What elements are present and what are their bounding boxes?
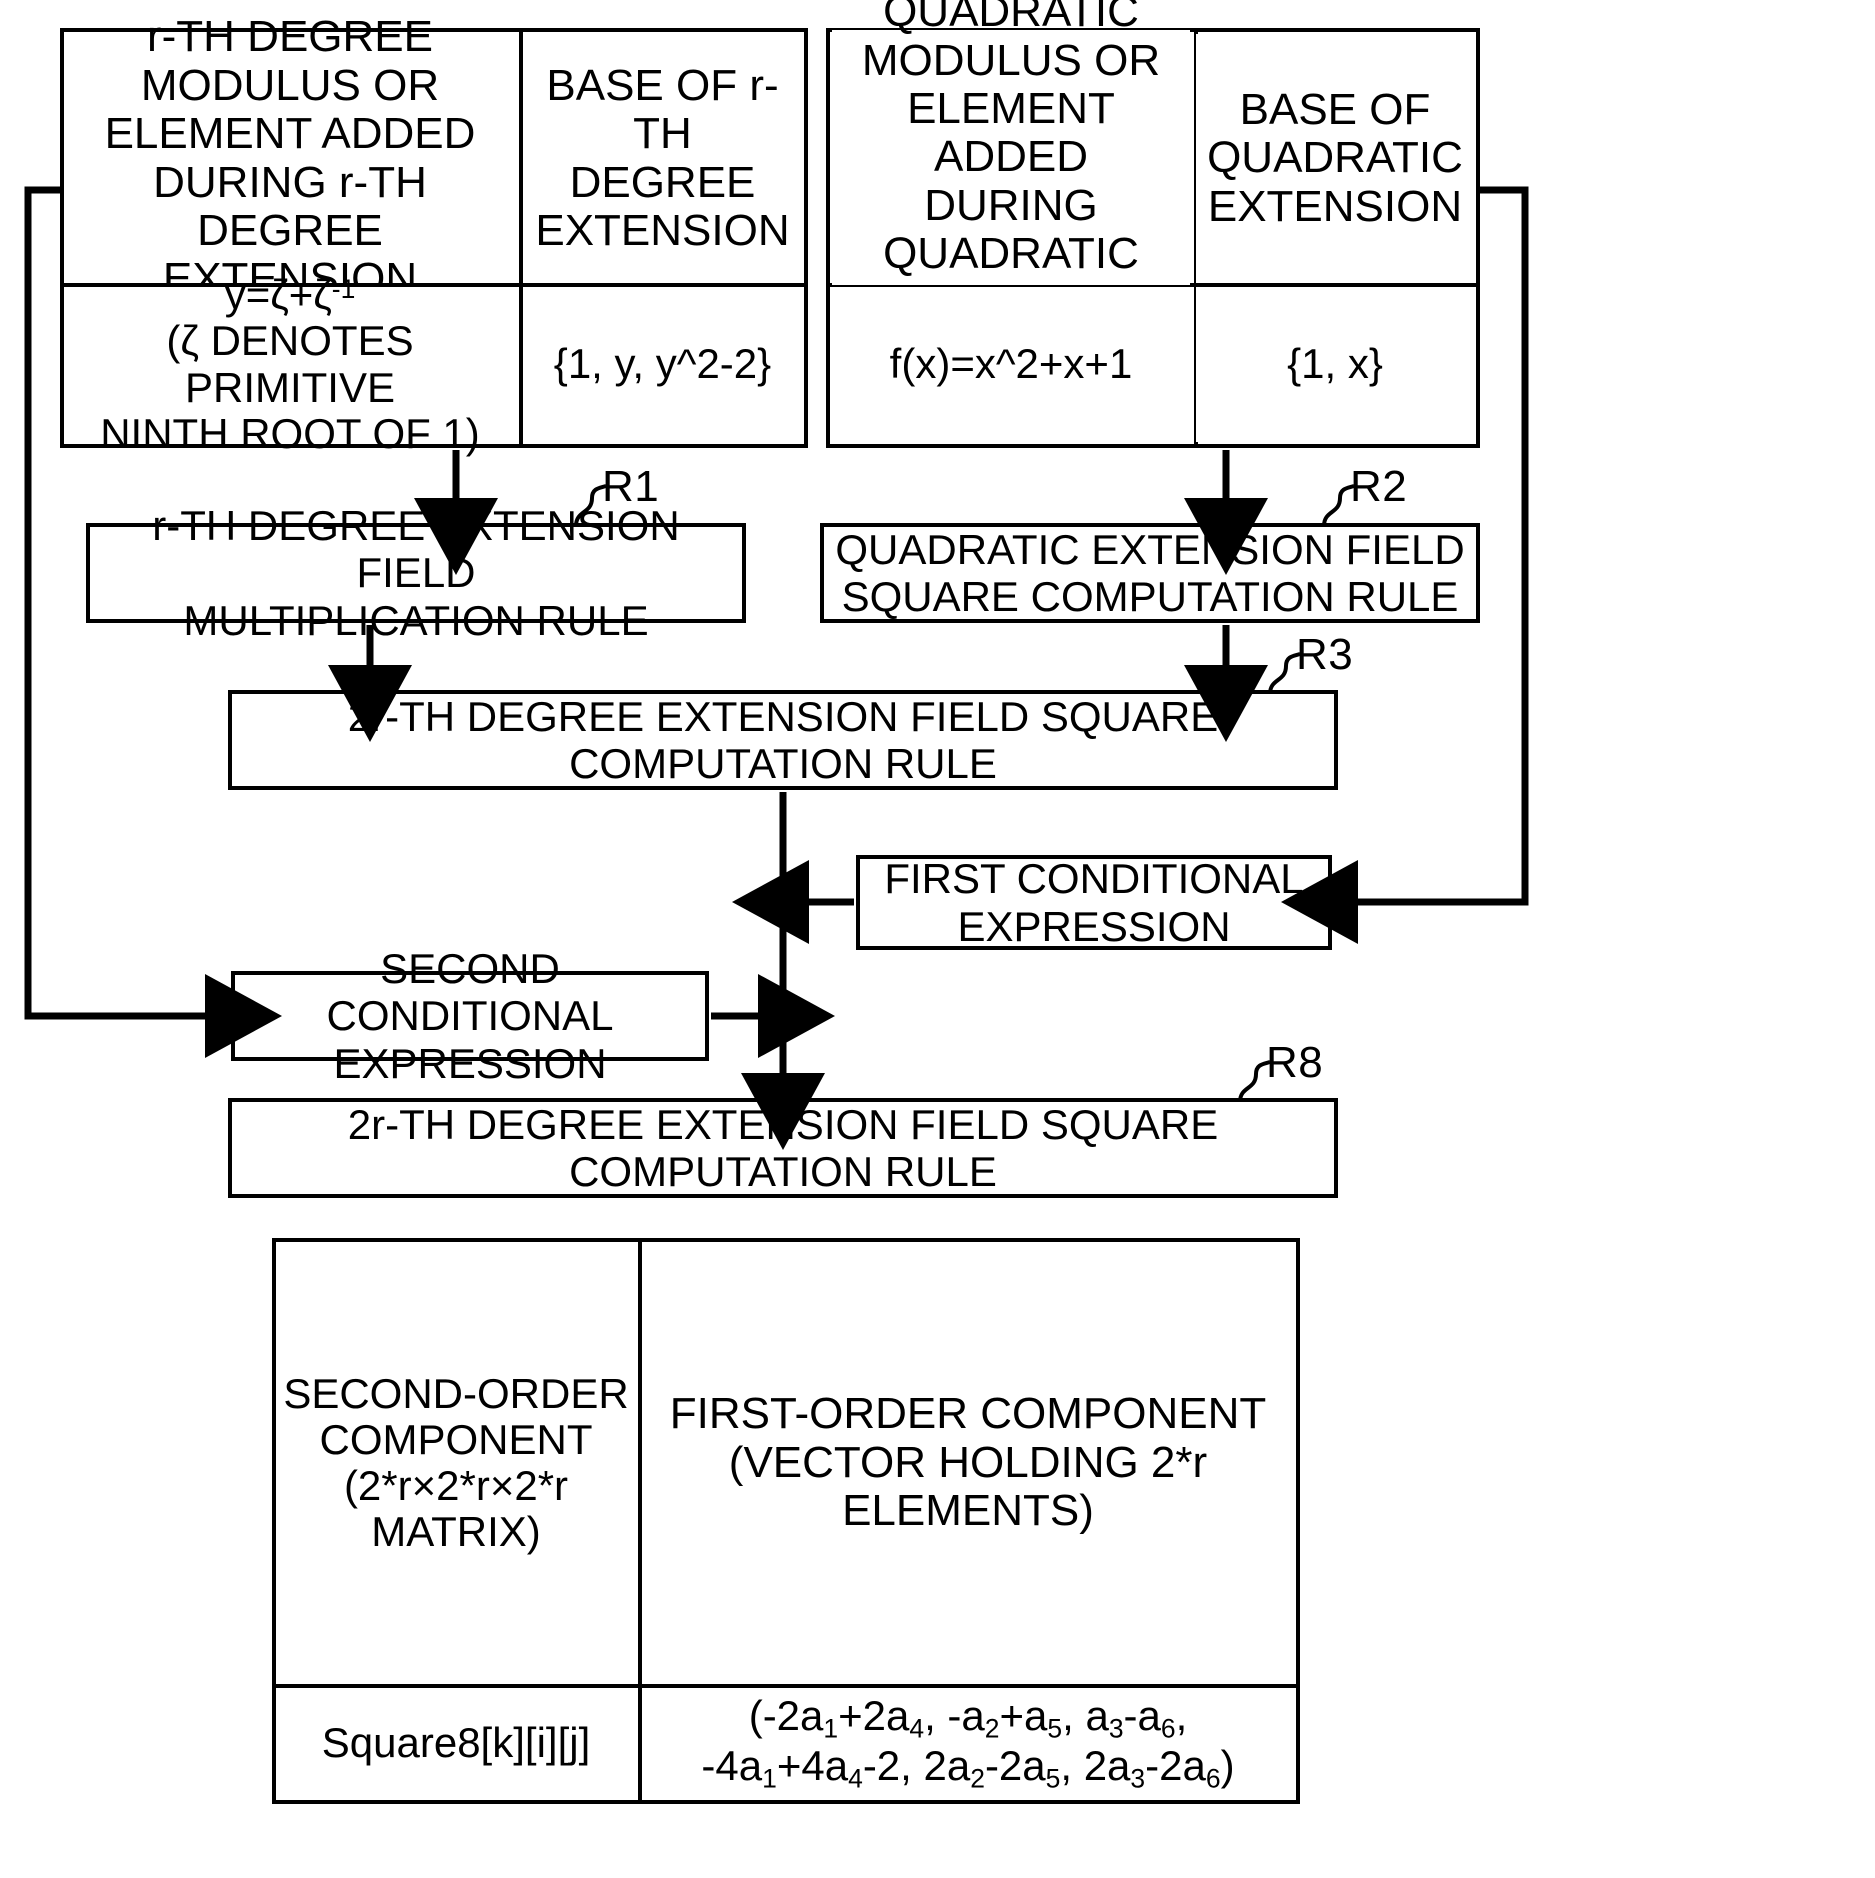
first-order-vector-line-1: (-2a1+2a4, -a2+a5, a3-a6, [748,1691,1188,1743]
left-table-cell-base-value: {1, y, y^2-2} [523,287,802,442]
box-r8-2r-square-rule: 2r-TH DEGREE EXTENSION FIELD SQUARE COMP… [228,1098,1338,1198]
bottom-table-cell-second-order-value: Square8[k][i][j] [278,1688,634,1798]
right-table-header-modulus: QUADRATIC MODULUS OR ELEMENT ADDED DURIN… [832,0,1190,326]
ref-leader-r2 [1322,484,1355,527]
first-order-vector-line-2: -4a1+4a4-2, 2a2-2a5, 2a3-2a6) [701,1742,1235,1794]
box-first-conditional-expression: FIRST CONDITIONAL EXPRESSION [856,855,1332,950]
box-second-conditional-expression: SECOND CONDITIONAL EXPRESSION [231,945,709,1087]
left-table-header-modulus: r-TH DEGREE MODULUS OR ELEMENT ADDED DUR… [66,13,514,303]
right-table-header-base: BASE OF QUADRATIC EXTENSION [1196,34,1474,283]
right-table-cell-base-value: {1, x} [1196,287,1474,442]
left-table-header-base: BASE OF r-TH DEGREE EXTENSION [523,34,802,283]
bottom-table-header-first-order: FIRST-ORDER COMPONENT (VECTOR HOLDING 2*… [642,1244,1294,1682]
ref-leader-r1 [574,484,607,527]
right-table-cell-modulus-value: f(x)=x^2+x+1 [832,287,1190,442]
left-table-modulus-formula: y=ζ+ζ-1 [224,271,356,319]
left-table-modulus-note: (ζ DENOTES PRIMITIVE NINTH ROOT OF 1) [100,317,480,457]
box-r3-2r-square-rule: 2r-TH DEGREE EXTENSION FIELD SQUARE COMP… [228,690,1338,790]
box-r1-multiplication-rule: r-TH DEGREE EXTENSION FIELD MULTIPLICATI… [86,502,746,644]
ref-leader-r8 [1238,1060,1271,1103]
patent-diagram-page: r-TH DEGREE MODULUS OR ELEMENT ADDED DUR… [0,0,1875,1878]
modulus-exponent: -1 [331,274,356,305]
bottom-table-header-second-order: SECOND-ORDER COMPONENT (2*r×2*r×2*r MATR… [278,1244,634,1682]
left-table-cell-modulus-value: y=ζ+ζ-1 (ζ DENOTES PRIMITIVE NINTH ROOT … [66,272,514,456]
ref-leader-r3 [1268,652,1301,695]
box-r2-square-rule: QUADRATIC EXTENSION FIELD SQUARE COMPUTA… [820,523,1480,623]
bottom-table-cell-first-order-value: (-2a1+2a4, -a2+a5, a3-a6, -4a1+4a4-2, 2a… [642,1688,1294,1798]
